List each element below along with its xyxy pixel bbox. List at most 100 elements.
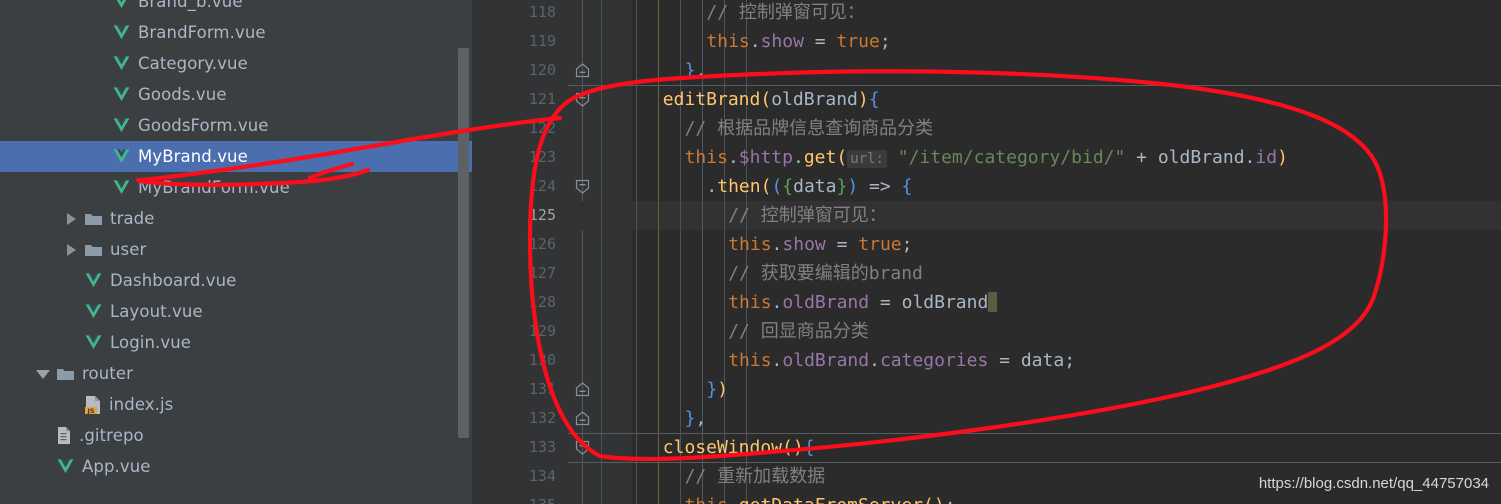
code-token: . [771, 234, 783, 255]
code-token: this [728, 234, 772, 255]
code-token: } [684, 408, 696, 429]
code-line[interactable]: }) [568, 375, 1501, 404]
code-token: ) [717, 379, 729, 400]
code-line[interactable]: this.show = true; [568, 27, 1501, 56]
code-token: => [858, 176, 902, 197]
code-token: // 重新加载数据 [684, 466, 826, 487]
tree-item-dashboard-vue[interactable]: Dashboard.vue [0, 265, 472, 296]
tree-item-category-vue[interactable]: Category.vue [0, 48, 472, 79]
code-token: , [695, 60, 707, 81]
code-token: { [803, 437, 815, 458]
tree-item-trade[interactable]: trade [0, 203, 472, 234]
chevron-right-icon[interactable] [64, 212, 77, 225]
tree-item-label: App.vue [82, 457, 151, 476]
vue-file-icon [112, 54, 131, 73]
tree-item-label: Goods.vue [138, 85, 227, 104]
code-token: get [803, 147, 837, 168]
code-text-area[interactable]: // 控制弹窗可见： this.show = true;}, editBrand(o… [568, 0, 1501, 504]
code-line[interactable]: this.oldBrand.categories = data; [568, 346, 1501, 375]
vue-file-icon [112, 116, 131, 135]
line-number: 120 [528, 61, 556, 79]
line-number: 134 [528, 467, 556, 485]
code-line[interactable]: this.oldBrand = oldBrand [568, 288, 1501, 317]
code-token: this [728, 350, 772, 371]
code-token: this [706, 31, 750, 52]
code-token: . [1244, 147, 1256, 168]
line-number: 125 [528, 206, 556, 224]
code-token: ( [923, 495, 934, 504]
parameter-hint: url: [847, 150, 887, 168]
code-line[interactable]: this.show = true; [568, 230, 1501, 259]
sidebar-scrollbar[interactable] [458, 48, 469, 438]
vue-file-icon [84, 333, 103, 352]
code-token: , [695, 408, 707, 429]
code-token: id [1255, 147, 1278, 168]
tree-item-user[interactable]: user [0, 234, 472, 265]
code-token: . [727, 147, 739, 168]
tree-item-brandform-vue[interactable]: BrandForm.vue [0, 17, 472, 48]
tree-item-mybrand-vue[interactable]: MyBrand.vue [0, 141, 472, 172]
code-line[interactable]: this.getDataFromServer(); [568, 491, 1501, 504]
code-line[interactable]: // 控制弹窗可见： [568, 0, 1501, 27]
svg-text:JS: JS [86, 407, 94, 415]
code-token: true [858, 234, 902, 255]
code-token: this [685, 495, 728, 504]
code-line[interactable]: .then(({data}) => { [568, 172, 1501, 201]
line-number: 126 [528, 235, 556, 253]
code-line[interactable]: }, [568, 56, 1501, 85]
line-number: 123 [528, 148, 556, 166]
tree-item-goods-vue[interactable]: Goods.vue [0, 79, 472, 110]
code-token: oldBrand [782, 350, 870, 371]
code-token: // 根据品牌信息查询商品分类 [684, 118, 934, 139]
tree-item-router[interactable]: router [0, 358, 472, 389]
code-token: ) [847, 176, 859, 197]
code-line[interactable]: // 控制弹窗可见： [568, 201, 1501, 230]
code-line[interactable]: // 根据品牌信息查询商品分类 [568, 114, 1501, 143]
tree-item-login-vue[interactable]: Login.vue [0, 327, 472, 358]
code-token: ( [760, 89, 772, 110]
line-number: 122 [528, 119, 556, 137]
tree-item-brand-b-vue[interactable]: Brand_b.vue [0, 0, 472, 17]
code-token: { [868, 89, 880, 110]
tree-item-label: GoodsForm.vue [138, 116, 269, 135]
tree-item-goodsform-vue[interactable]: GoodsForm.vue [0, 110, 472, 141]
code-line[interactable]: closeWindow(){ [568, 433, 1501, 462]
code-line[interactable]: editBrand(oldBrand){ [568, 85, 1501, 114]
tree-item-gitrepo[interactable]: .gitrepo [0, 420, 472, 451]
chevron-down-icon[interactable] [36, 367, 50, 380]
code-token: "/item/category/bid/" [897, 147, 1126, 168]
code-line[interactable]: }, [568, 404, 1501, 433]
code-token: } [684, 60, 696, 81]
code-token: . [869, 350, 880, 371]
line-number: 118 [528, 3, 556, 21]
code-token: oldBrand [782, 292, 870, 313]
code-line[interactable]: this.$http.get(url: "/item/category/bid/… [568, 143, 1501, 172]
chevron-right-icon[interactable] [64, 243, 77, 256]
line-number: 119 [528, 32, 556, 50]
tree-item-label: MyBrandForm.vue [138, 178, 290, 197]
code-token: . [728, 495, 739, 504]
code-line[interactable]: // 获取要编辑的brand [568, 259, 1501, 288]
screenshot-root: Brand_b.vue BrandForm.vue Category.vue Good… [0, 0, 1501, 504]
line-number: 135 [486, 491, 556, 504]
code-token: . [792, 147, 804, 168]
code-token: data [793, 176, 837, 197]
code-line[interactable]: // 回显商品分类 [568, 317, 1501, 346]
line-number: 121 [528, 90, 556, 108]
tree-item-label: MyBrand.vue [138, 147, 248, 166]
project-tree-panel[interactable]: Brand_b.vue BrandForm.vue Category.vue Good… [0, 0, 472, 504]
code-token: ) [857, 89, 869, 110]
tree-item-label: router [82, 364, 133, 383]
tree-item-index-js[interactable]: JS index.js [0, 389, 472, 420]
code-editor[interactable]: 118 119 120 121 122 123 124 125 126 127 128 129 130 1… [472, 0, 1501, 504]
tree-item-label: Category.vue [138, 54, 248, 73]
tree-item-layout-vue[interactable]: Layout.vue [0, 296, 472, 327]
tree-item-app-vue[interactable]: App.vue [0, 451, 472, 482]
code-token: this [728, 292, 772, 313]
tree-item-mybrandform-vue[interactable]: MyBrandForm.vue [0, 172, 472, 203]
line-number: 130 [528, 351, 556, 369]
